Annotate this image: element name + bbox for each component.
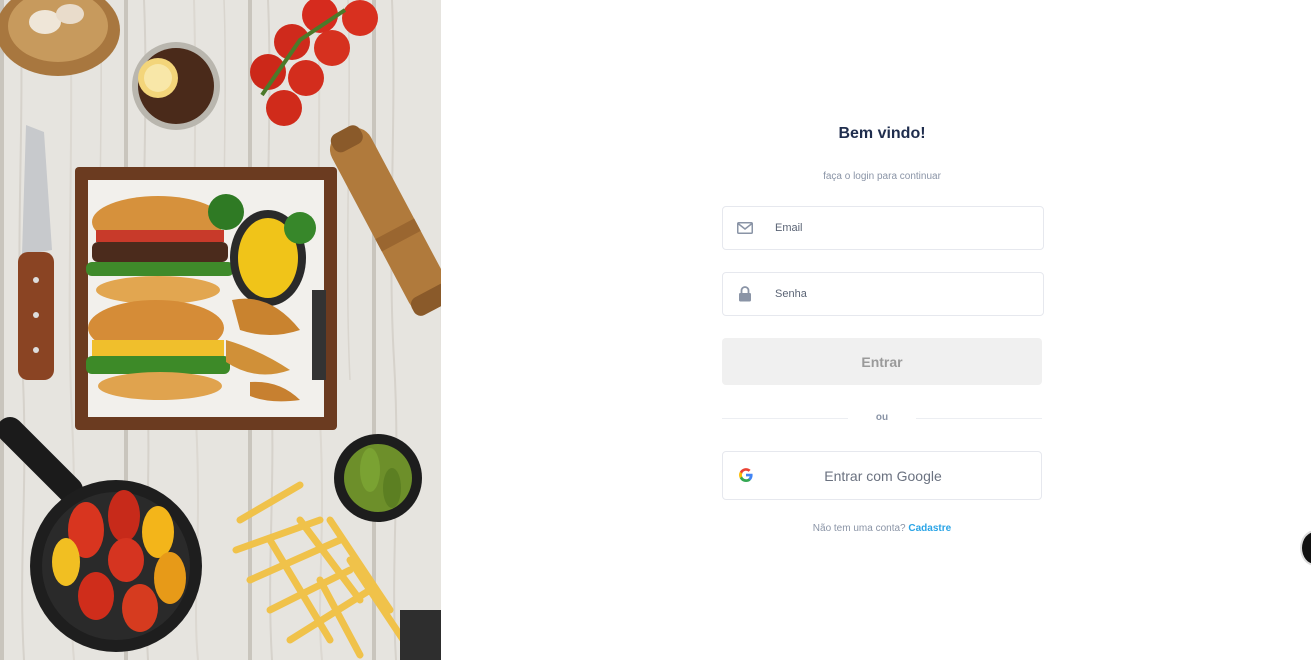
email-field[interactable] (722, 206, 1044, 250)
email-input[interactable] (767, 213, 1007, 243)
signup-prompt-text: Não tem uma conta? (812, 523, 906, 534)
food-illustration (0, 0, 441, 660)
divider-line-right (916, 418, 1042, 419)
google-login-button[interactable]: Entrar com Google (722, 451, 1042, 500)
envelope-icon (723, 207, 767, 249)
lock-icon (723, 273, 767, 315)
hero-food-image (0, 0, 441, 660)
floating-action-button[interactable] (1300, 530, 1311, 566)
password-field[interactable] (722, 272, 1044, 316)
password-input[interactable] (767, 279, 1007, 309)
page-subtitle: faça o login para continuar (823, 171, 941, 182)
signup-prompt: Não tem uma conta? Cadastre (722, 523, 1042, 534)
page-title: Bem vindo! (838, 125, 926, 142)
google-login-label: Entrar com Google (824, 468, 942, 484)
login-button[interactable]: Entrar (722, 338, 1042, 385)
or-divider: ou (722, 411, 1042, 427)
signup-link[interactable]: Cadastre (908, 523, 951, 534)
